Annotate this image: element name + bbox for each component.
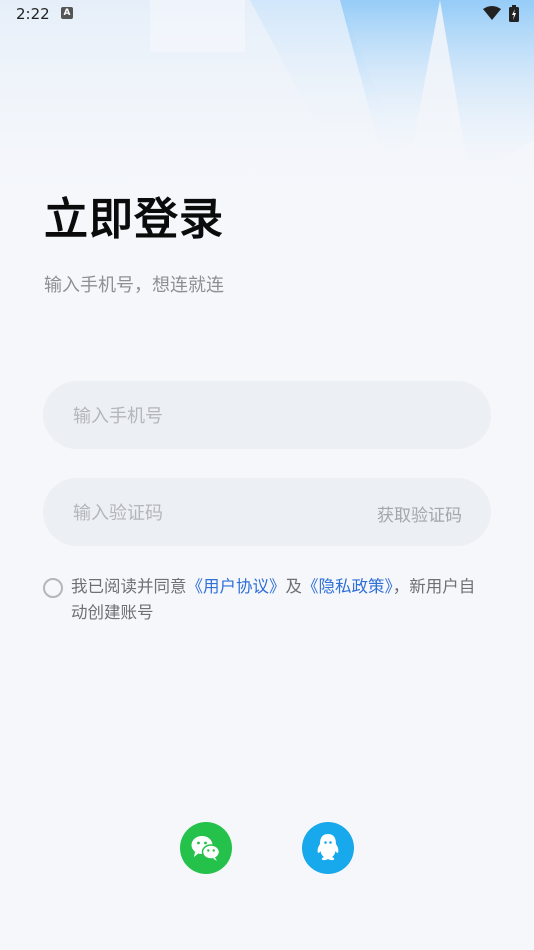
status-bar: 2:22 A [0,0,534,28]
code-input-container: 获取验证码 [43,478,491,548]
qq-icon [317,834,339,861]
agreement-and: 及 [285,577,303,596]
verification-code-input[interactable] [71,478,375,548]
page-subtitle: 输入手机号，想连就连 [44,275,224,296]
agreement-checkbox[interactable] [43,578,63,598]
agreement-text: 我已阅读并同意《用户协议》及《隐私政策》，新用户自动创建账号 [71,574,491,626]
phone-input-container [43,381,491,451]
status-time: 2:22 [16,5,50,23]
notification-icon: A [61,7,73,19]
wechat-login-button[interactable] [180,822,232,874]
agreement-prefix: 我已阅读并同意 [71,577,187,596]
privacy-policy-link[interactable]: 《隐私政策》 [302,577,393,596]
phone-input[interactable] [71,381,375,451]
get-code-button[interactable]: 获取验证码 [377,501,462,526]
battery-icon [509,5,519,22]
page-title: 立即登录 [44,194,224,245]
wechat-icon [191,836,221,861]
user-agreement-link[interactable]: 《用户协议》 [187,577,286,596]
wifi-icon [483,6,501,20]
qq-login-button[interactable] [302,822,354,874]
